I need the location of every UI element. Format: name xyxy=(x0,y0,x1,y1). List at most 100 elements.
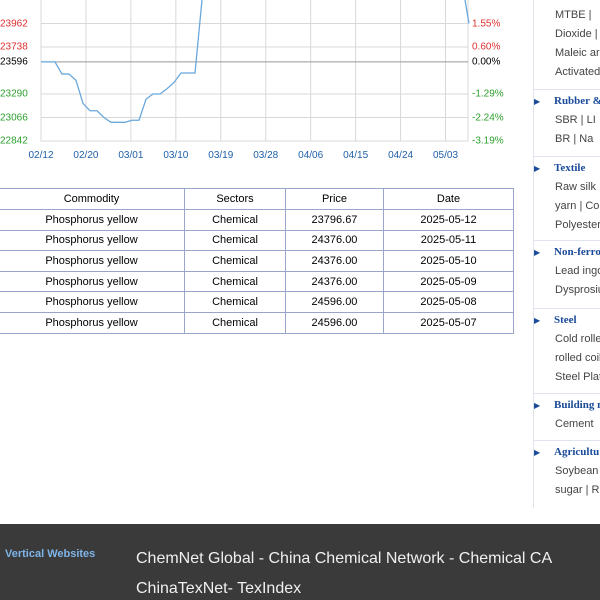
y-axis-left-tick-label: 23066 xyxy=(0,112,28,123)
y-axis-right-tick-label: 0.00% xyxy=(472,56,501,68)
cell-sector: Chemical xyxy=(184,291,286,313)
sidebar-heading-building[interactable]: Building m xyxy=(554,399,600,411)
chart-frame xyxy=(40,0,469,142)
price-trend-chart-svg xyxy=(40,0,470,142)
cell-date: 2025-05-11 xyxy=(383,229,514,252)
cell-price: 24596.00 xyxy=(285,291,384,313)
cell-date: 2025-05-09 xyxy=(383,270,514,293)
table-row: Phosphorus yellow Chemical 24596.00 2025… xyxy=(0,311,514,334)
x-axis-tick-label: 03/10 xyxy=(163,150,189,161)
y-axis-right-tick-label: 1.55% xyxy=(472,18,501,29)
x-axis-tick-label: 03/01 xyxy=(118,150,144,161)
table-row: Phosphorus yellow Chemical 24376.00 2025… xyxy=(0,270,514,293)
y-axis-left-tick-label: 22842 xyxy=(0,135,28,147)
cell-sector: Chemical xyxy=(184,311,286,334)
y-axis-left-tick-label: 23596 xyxy=(0,56,28,68)
x-axis-tick-label: 03/28 xyxy=(253,150,279,161)
y-axis-left-tick-label: 23290 xyxy=(0,88,28,100)
cell-commodity[interactable]: Phosphorus yellow xyxy=(0,291,185,313)
sidebar-link[interactable]: Dysprosiu xyxy=(555,284,600,296)
sidebar-link-chemical-1[interactable]: MTBE | xyxy=(555,9,591,21)
cell-date: 2025-05-07 xyxy=(383,311,514,334)
column-header-price: Price xyxy=(285,188,384,210)
table-row: Phosphorus yellow Chemical 23796.67 2025… xyxy=(0,209,514,231)
sidebar-group-building: ▶ Building m Cement xyxy=(534,393,600,430)
table-header-row: Commodity Sectors Price Date xyxy=(0,188,514,210)
sidebar-heading-steel[interactable]: Steel xyxy=(554,314,577,326)
sidebar-group-textile: ▶ Textile Raw silk yarn | Co Polyester xyxy=(534,156,600,231)
sidebar-heading-rubber[interactable]: Rubber & xyxy=(554,95,600,107)
sidebar-group-rubber: ▶ Rubber & SBR | LI BR | Na xyxy=(534,89,600,145)
sidebar-link[interactable]: Cold rolle xyxy=(555,333,600,345)
y-axis-right-tick-label: -2.24% xyxy=(472,112,504,123)
cell-date: 2025-05-10 xyxy=(383,250,514,272)
x-axis-tick-label: 03/19 xyxy=(208,150,234,161)
cell-sector: Chemical xyxy=(184,229,286,252)
sidebar-heading-textile[interactable]: Textile xyxy=(554,162,585,174)
cell-price: 24376.00 xyxy=(285,270,384,293)
cell-sector: Chemical xyxy=(184,250,286,272)
footer-label-vertical-websites: Vertical Websites xyxy=(5,548,96,560)
table-row: Phosphorus yellow Chemical 24596.00 2025… xyxy=(0,291,514,313)
sidebar-heading-agriculture[interactable]: Agricultu xyxy=(554,446,599,458)
y-axis-right-tick-label: 0.60% xyxy=(472,41,501,53)
sidebar-link-chemical-2[interactable]: Dioxide | xyxy=(555,28,598,40)
table-row: Phosphorus yellow Chemical 24376.00 2025… xyxy=(0,229,514,252)
sidebar-link[interactable]: Raw silk xyxy=(555,181,596,193)
cell-commodity[interactable]: Phosphorus yellow xyxy=(0,270,185,293)
y-axis-right-tick-label: -3.19% xyxy=(472,135,504,147)
y-axis-left-tick-label: 23962 xyxy=(0,18,28,29)
y-axis-right-tick-label: -1.29% xyxy=(472,88,504,100)
footer-link-line-1[interactable]: ChemNet Global - China Chemical Network … xyxy=(136,550,552,568)
column-header-sectors: Sectors xyxy=(184,188,286,210)
table-row: Phosphorus yellow Chemical 24376.00 2025… xyxy=(0,250,514,272)
sidebar-link-chemical-4[interactable]: Activated xyxy=(555,66,600,78)
triangle-right-icon: ▶ xyxy=(534,401,541,410)
price-trend-chart: 23962 1.55% 23738 0.60% 23596 0.00% 23290 -1.29… xyxy=(0,0,530,170)
sidebar-link[interactable]: yarn | Co xyxy=(555,200,599,212)
sidebar-link[interactable]: SBR | LI xyxy=(555,114,596,126)
cell-date: 2025-05-08 xyxy=(383,291,514,313)
sidebar-group-agriculture: ▶ Agricultu Soybean sugar | R xyxy=(534,440,600,496)
footer-link-line-2[interactable]: ChinaTexNet- TexIndex xyxy=(136,580,301,598)
sidebar-link[interactable]: Cement xyxy=(555,418,594,430)
cell-commodity[interactable]: Phosphorus yellow xyxy=(0,311,185,334)
sidebar-link[interactable]: Steel Plat xyxy=(555,371,600,383)
x-axis-tick-label: 04/24 xyxy=(388,150,414,161)
x-axis-tick-label: 02/12 xyxy=(28,150,54,161)
cell-price: 23796.67 xyxy=(285,209,384,231)
cell-commodity[interactable]: Phosphorus yellow xyxy=(0,209,185,231)
sidebar-link-chemical-3[interactable]: Maleic ar xyxy=(555,47,600,59)
cell-price: 24376.00 xyxy=(285,229,384,252)
cell-price: 24596.00 xyxy=(285,311,384,334)
triangle-right-icon: ▶ xyxy=(534,448,541,457)
x-axis-tick-label: 04/15 xyxy=(343,150,369,161)
sidebar-link[interactable]: Polyester xyxy=(555,219,600,231)
sidebar-link[interactable]: sugar | R xyxy=(555,484,599,496)
sidebar-heading-non-ferrous[interactable]: Non-ferro xyxy=(554,246,600,258)
column-header-commodity: Commodity xyxy=(0,188,185,210)
site-footer: Vertical Websites ChemNet Global - China… xyxy=(0,524,600,600)
price-history-table: Commodity Sectors Price Date Phosphorus … xyxy=(0,188,514,334)
sidebar-link[interactable]: Soybean xyxy=(555,465,598,477)
cell-sector: Chemical xyxy=(184,270,286,293)
sidebar-group-non-ferrous: ▶ Non-ferro Lead ingo Dysprosiu xyxy=(534,240,600,296)
x-axis-tick-label: 04/06 xyxy=(298,150,324,161)
sidebar-link[interactable]: rolled coil xyxy=(555,352,600,364)
triangle-right-icon: ▶ xyxy=(534,316,541,325)
cell-price: 24376.00 xyxy=(285,250,384,272)
triangle-right-icon: ▶ xyxy=(534,248,541,257)
column-header-date: Date xyxy=(383,188,514,210)
x-axis-tick-label: 02/20 xyxy=(73,150,99,161)
triangle-right-icon: ▶ xyxy=(534,164,541,173)
y-axis-left-tick-label: 23738 xyxy=(0,41,28,53)
x-axis-tick-label: 05/03 xyxy=(433,150,459,161)
cell-commodity[interactable]: Phosphorus yellow xyxy=(0,250,185,272)
category-sidebar: MTBE | Dioxide | Maleic ar Activated ▶ R… xyxy=(533,0,600,508)
cell-date: 2025-05-12 xyxy=(383,209,514,231)
cell-commodity[interactable]: Phosphorus yellow xyxy=(0,229,185,252)
cell-sector: Chemical xyxy=(184,209,286,231)
sidebar-link[interactable]: BR | Na xyxy=(555,133,593,145)
sidebar-group-steel: ▶ Steel Cold rolle rolled coil Steel Pla… xyxy=(534,308,600,383)
sidebar-link[interactable]: Lead ingo xyxy=(555,265,600,277)
